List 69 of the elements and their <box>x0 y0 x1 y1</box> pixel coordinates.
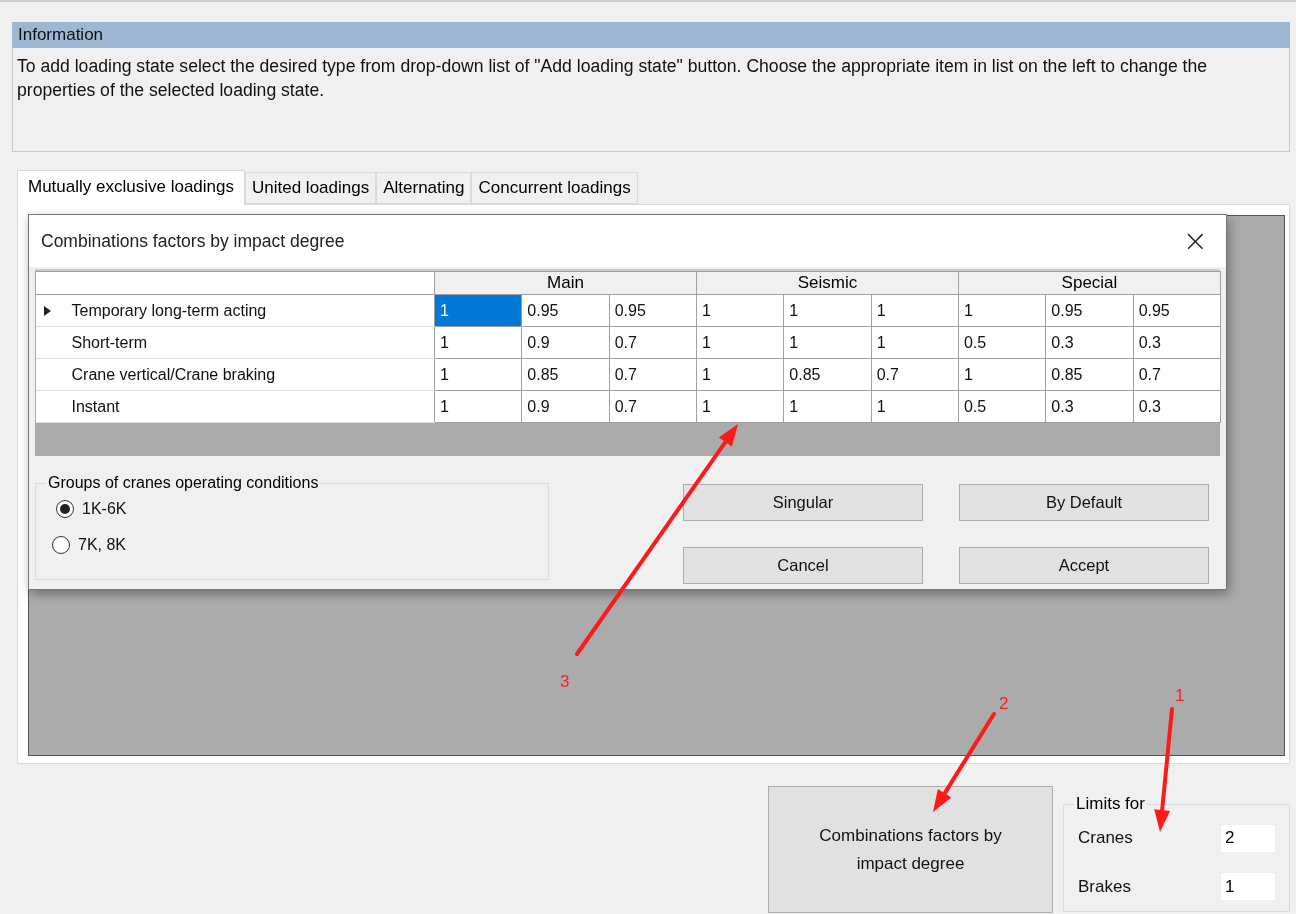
input-field[interactable]: 1 <box>1221 873 1275 901</box>
radio-button[interactable] <box>56 500 74 518</box>
table-cell[interactable]: 0.9 <box>521 326 610 359</box>
column-header: Main <box>434 271 697 295</box>
input-field[interactable]: 2 <box>1221 824 1275 852</box>
combinations-button[interactable]: Combinations factors by impact degree <box>768 786 1053 913</box>
table-cell[interactable]: 1 <box>783 294 872 327</box>
radio-label: 1K-6K <box>82 500 127 518</box>
table-cell[interactable]: 1 <box>696 358 784 391</box>
tab[interactable]: Alternating <box>376 172 472 204</box>
table-cell[interactable]: 0.3 <box>1133 390 1221 423</box>
field-label: Cranes <box>1078 828 1134 849</box>
table-cell[interactable]: 1 <box>696 294 784 327</box>
tab[interactable]: Concurrent loadings <box>471 172 638 204</box>
info-text: To add loading state select the desired type from drop-down list of "Add loading state" button. Choose the appropriate item in list on the left to change the properties of the selected loading state. <box>12 48 1290 152</box>
table-cell[interactable]: 0.85 <box>783 358 872 391</box>
row-label: Instant <box>71 397 120 416</box>
table-cell[interactable]: 1 <box>434 390 522 423</box>
table-cell[interactable]: 0.85 <box>521 358 610 391</box>
table-cell[interactable]: 0.95 <box>521 294 610 327</box>
table-cell[interactable]: 0.95 <box>1045 294 1134 327</box>
dialog-button[interactable]: Singular <box>683 484 923 521</box>
table-cell[interactable]: 1 <box>871 294 959 327</box>
table-cell[interactable]: 0.95 <box>1133 294 1221 327</box>
dialog-button[interactable]: By Default <box>959 484 1209 521</box>
table-cell[interactable]: 1 <box>783 390 872 423</box>
tab[interactable]: United loadings <box>245 172 377 204</box>
dialog-title: Combinations factors by impact degree <box>41 230 345 252</box>
table-cell[interactable]: 1 <box>434 358 522 391</box>
annotation-number: 3 <box>560 672 570 692</box>
table-cell[interactable]: 0.7 <box>871 358 959 391</box>
radio-button[interactable] <box>52 536 70 554</box>
table-cell[interactable]: 0.3 <box>1045 326 1134 359</box>
table-cell[interactable]: 0.9 <box>521 390 610 423</box>
group-title: Groups of cranes operating conditions <box>47 474 320 492</box>
table-cell[interactable]: 0.3 <box>1133 326 1221 359</box>
dialog-button[interactable]: Cancel <box>683 547 923 584</box>
table-cell[interactable]: 0.7 <box>1133 358 1221 391</box>
annotation-number: 2 <box>999 694 1009 714</box>
table-cell[interactable]: 1 <box>434 326 522 359</box>
table-cell[interactable]: 0.3 <box>1045 390 1134 423</box>
table-cell[interactable]: 1 <box>783 326 872 359</box>
dialog-button[interactable]: Accept <box>959 547 1209 584</box>
radio-label: 7K, 8K <box>78 536 127 554</box>
table-cell[interactable]: 1 <box>696 326 784 359</box>
table-cell[interactable]: 1 <box>871 326 959 359</box>
table-cell[interactable]: 0.5 <box>958 326 1046 359</box>
table-cell[interactable]: 0.85 <box>1045 358 1134 391</box>
table-cell[interactable]: 0.5 <box>958 390 1046 423</box>
table-cell[interactable]: 1 <box>434 294 522 327</box>
row-label: Temporary long-term acting <box>71 301 267 320</box>
table-cell[interactable]: 1 <box>871 390 959 423</box>
group-title: Limits for <box>1075 794 1146 814</box>
field-label: Brakes <box>1078 876 1132 897</box>
table-cell[interactable]: 1 <box>958 358 1046 391</box>
table-cell[interactable]: 1 <box>958 294 1046 327</box>
panel-header: Information <box>12 22 1290 48</box>
close-button[interactable]: × <box>1178 226 1212 256</box>
table-cell[interactable]: 1 <box>696 390 784 423</box>
row-label: Crane vertical/Crane braking <box>71 365 276 384</box>
table-cell[interactable]: 0.7 <box>609 390 697 423</box>
tab[interactable]: Mutually exclusive loadings <box>17 170 245 205</box>
table-cell[interactable]: 0.7 <box>609 358 697 391</box>
table-cell[interactable]: 0.95 <box>609 294 697 327</box>
row-label: Short-term <box>71 333 148 352</box>
column-header: Special <box>958 271 1221 295</box>
table-cell[interactable]: 0.7 <box>609 326 697 359</box>
annotation-number: 1 <box>1175 686 1185 706</box>
column-header: Seismic <box>696 271 959 295</box>
